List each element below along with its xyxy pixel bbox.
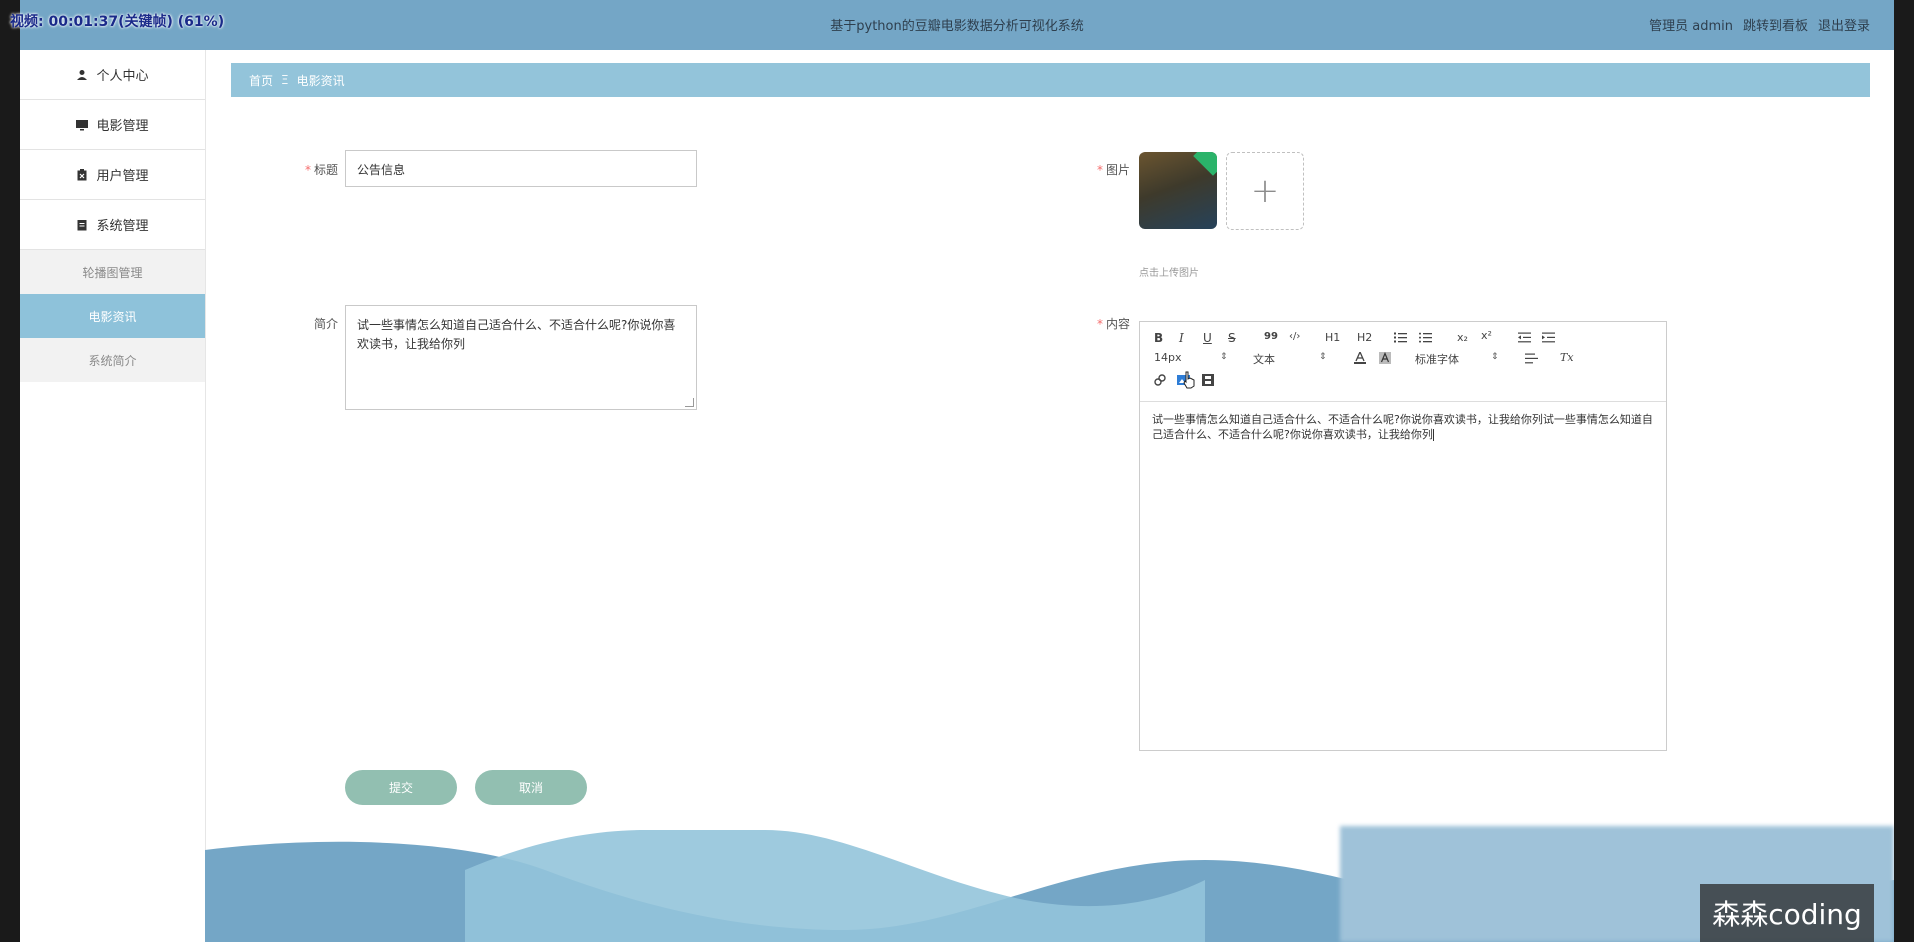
breadcrumb-current: 电影资讯 <box>296 73 345 88</box>
ordered-list-icon[interactable] <box>1394 332 1407 343</box>
font-color-icon[interactable] <box>1354 352 1366 364</box>
text-caret <box>1432 429 1434 441</box>
title-label-text: 标题 <box>313 163 338 177</box>
required-mark: * <box>1096 317 1103 331</box>
clear-format-button[interactable]: Tx <box>1560 351 1574 364</box>
right-letterbox <box>1894 0 1914 942</box>
document-icon <box>77 219 87 230</box>
link-icon[interactable] <box>1154 374 1166 386</box>
resize-handle[interactable] <box>685 398 694 407</box>
content-label: * 内容 <box>1080 315 1130 332</box>
editor-text: 试一些事情怎么知道自己适合什么、不适合什么呢?你说你喜欢读书，让我给你列试一些事… <box>1152 413 1653 441</box>
sidebar-subitem-news[interactable]: 电影资讯 <box>20 294 205 338</box>
success-badge <box>1193 152 1217 176</box>
font-size-select[interactable]: 14px ⇕ <box>1154 351 1228 364</box>
sidebar-item-label: 系统管理 <box>96 219 149 234</box>
topbar: 基于python的豆瓣电影数据分析可视化系统 管理员 admin 跳转到看板 退… <box>20 0 1894 50</box>
quote-button[interactable]: 99 <box>1264 331 1278 342</box>
upload-image-button[interactable]: + <box>1226 152 1304 230</box>
app-window: 基于python的豆瓣电影数据分析可视化系统 管理员 admin 跳转到看板 退… <box>20 0 1894 942</box>
rich-text-editor: B I U S 99 ‹/› H1 H2 x₂ x² 14px ⇕ 文本 ⇕ 标… <box>1139 321 1667 751</box>
current-user: 管理员 admin <box>1649 19 1733 34</box>
font-size-value: 14px <box>1154 351 1182 364</box>
sidebar-item-label: 用户管理 <box>96 169 149 184</box>
superscript-button[interactable]: x² <box>1481 329 1492 342</box>
h1-button[interactable]: H1 <box>1325 331 1340 344</box>
italic-button[interactable]: I <box>1179 331 1184 345</box>
title-field[interactable]: 公告信息 <box>345 150 697 187</box>
hand-cursor-icon <box>1183 371 1195 389</box>
submit-button[interactable]: 提交 <box>345 770 457 805</box>
editor-content[interactable]: 试一些事情怎么知道自己适合什么、不适合什么呢?你说你喜欢读书，让我给你列试一些事… <box>1140 402 1666 452</box>
breadcrumb-separator: Ξ <box>281 73 289 87</box>
breadcrumb-home[interactable]: 首页 <box>249 72 273 89</box>
align-icon[interactable] <box>1525 353 1538 364</box>
block-type-value: 文本 <box>1253 353 1275 366</box>
clipboard-icon <box>77 168 87 180</box>
bullet-list-icon[interactable] <box>1419 332 1432 343</box>
dashboard-link[interactable]: 跳转到看板 <box>1743 15 1808 34</box>
sidebar: 个人中心 电影管理 用户管理 系统管理 轮播图管理 电影资讯 系统简介 <box>20 50 206 942</box>
h2-button[interactable]: H2 <box>1357 331 1372 344</box>
select-arrow-icon: ⇕ <box>1491 352 1499 362</box>
background-color-icon[interactable] <box>1379 352 1391 364</box>
underline-button[interactable]: U <box>1203 331 1212 345</box>
select-arrow-icon: ⇕ <box>1319 352 1327 362</box>
code-button[interactable]: ‹/› <box>1289 331 1300 342</box>
sidebar-item-label: 个人中心 <box>96 69 149 84</box>
image-label-text: 图片 <box>1105 163 1130 177</box>
uploaded-image-thumbnail[interactable] <box>1139 152 1217 229</box>
recording-timer: 视频: 00:01:37(关键帧) (61%) <box>10 14 225 30</box>
sidebar-item-label: 电影管理 <box>96 119 149 134</box>
sidebar-item-system[interactable]: 系统管理 <box>20 200 205 250</box>
breadcrumb: 首页 Ξ 电影资讯 <box>231 63 1870 97</box>
block-type-select[interactable]: 文本 ⇕ <box>1253 351 1327 367</box>
person-icon <box>77 69 88 80</box>
subscript-button[interactable]: x₂ <box>1457 331 1468 344</box>
bold-button[interactable]: B <box>1154 331 1163 345</box>
intro-label: 简介 <box>313 317 338 331</box>
intro-textarea[interactable]: 试一些事情怎么知道自己适合什么、不适合什么呢?你说你喜欢读书，让我给你列 <box>345 305 697 410</box>
app-title: 基于python的豆瓣电影数据分析可视化系统 <box>830 19 1084 34</box>
upload-hint: 点击上传图片 <box>1139 268 1199 279</box>
topbar-actions: 管理员 admin 跳转到看板 退出登录 <box>1649 15 1870 34</box>
logout-link[interactable]: 退出登录 <box>1818 15 1870 34</box>
editor-toolbar: B I U S 99 ‹/› H1 H2 x₂ x² 14px ⇕ 文本 ⇕ 标… <box>1140 322 1666 402</box>
watermark: 森森coding <box>1700 884 1874 942</box>
sidebar-item-profile[interactable]: 个人中心 <box>20 50 205 100</box>
image-label: * 图片 <box>1080 161 1130 178</box>
sidebar-item-users[interactable]: 用户管理 <box>20 150 205 200</box>
sidebar-subitem-intro[interactable]: 系统简介 <box>20 338 205 382</box>
left-letterbox <box>0 0 20 942</box>
font-family-value: 标准字体 <box>1415 353 1459 366</box>
content-label-text: 内容 <box>1105 317 1130 331</box>
outdent-icon[interactable] <box>1518 332 1531 343</box>
strike-button[interactable]: S <box>1228 331 1236 345</box>
select-arrow-icon: ⇕ <box>1220 352 1228 362</box>
intro-text: 试一些事情怎么知道自己适合什么、不适合什么呢?你说你喜欢读书，让我给你列 <box>357 318 676 351</box>
cancel-button[interactable]: 取消 <box>475 770 587 805</box>
video-icon[interactable] <box>1202 374 1214 386</box>
plus-icon: + <box>1250 171 1280 211</box>
required-mark: * <box>304 163 311 177</box>
sidebar-item-movies[interactable]: 电影管理 <box>20 100 205 150</box>
required-mark: * <box>1096 163 1103 177</box>
title-label: * 标题 <box>290 161 338 178</box>
font-family-select[interactable]: 标准字体 ⇕ <box>1415 351 1499 367</box>
monitor-icon <box>76 119 89 130</box>
indent-icon[interactable] <box>1542 332 1555 343</box>
sidebar-subitem-carousel[interactable]: 轮播图管理 <box>20 250 205 294</box>
